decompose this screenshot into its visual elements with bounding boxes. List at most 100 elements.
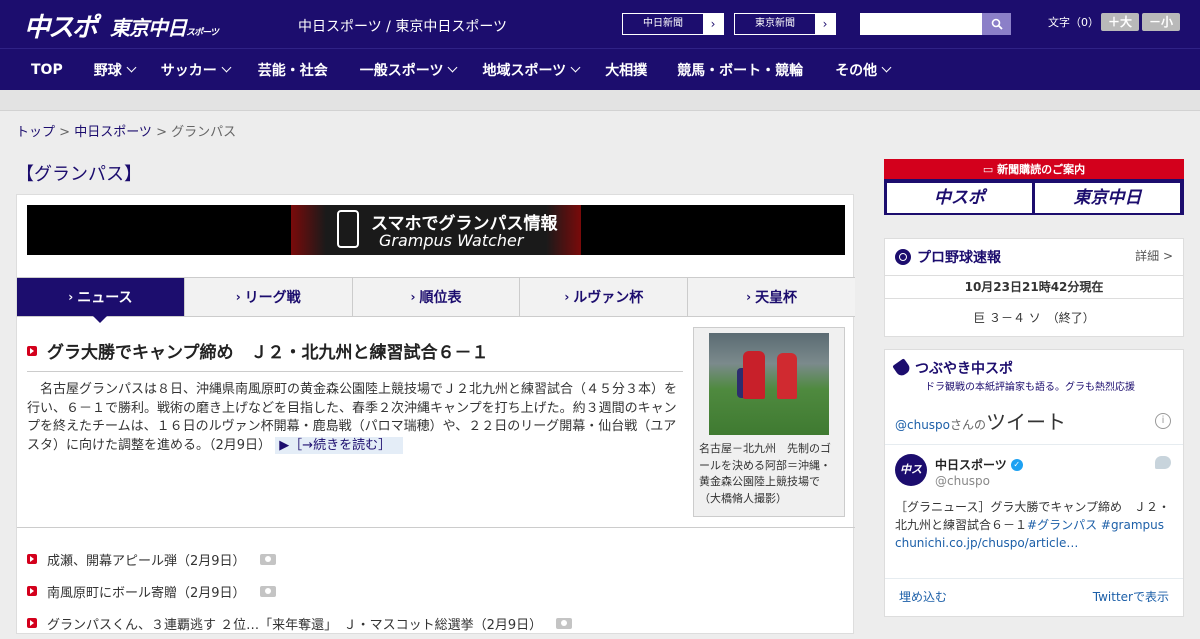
tweet-handle[interactable]: @chuspo [935,474,990,488]
nav-item-local-sports[interactable]: 地域スポーツ [482,49,581,91]
timeline-handle-link[interactable]: @chuspo [895,418,950,432]
tweet-link[interactable]: chunichi.co.jp/chuspo/article… [895,536,1078,550]
tab-label: 天皇杯 [755,290,798,306]
banner-inner: スマホでグランパス情報 Grampus Watcher [291,205,581,255]
article-photo-box: 名古屋－北九州 先制のゴールを決める阿部＝沖縄・黄金森公園陸上競技場で（大橋脩人… [693,327,845,517]
photo-player [743,351,765,399]
article-body: 名古屋グランパスは８日、沖縄県南風原町の黄金森公園陸上競技場でＪ２北九州と練習試… [27,381,677,455]
nav-item-general-sports[interactable]: 一般スポーツ [359,49,458,91]
list-item[interactable]: グランパスくん、３連覇逃す ２位…「来年奪還」 Ｊ・マスコット総選挙（2月9日） [27,607,573,639]
tweet-author-name: 中日スポーツ [935,458,1007,472]
info-icon[interactable]: i [1155,413,1171,429]
divider [885,578,1183,579]
nav-label: 野球 [93,62,122,79]
tokyo-shimbun-label: 東京新聞 [755,18,795,29]
list-item[interactable]: 南風原町にボール寄贈（2月9日） [27,575,572,607]
tweet-author[interactable]: 中日スポーツ ✓ [935,456,1023,473]
divider [885,444,1183,445]
tab-label: ルヴァン杯 [573,290,644,306]
embed-link[interactable]: 埋め込む [899,588,947,605]
twitter-card: つぶやき中スポ ドラ観戦の本紙評論家も語る。グラも熱烈応援 @chuspoさんの… [884,349,1184,617]
nav-item-soccer[interactable]: サッカー [161,49,232,91]
twitter-bird-icon[interactable] [1155,456,1171,469]
baseball-title-text: プロ野球速報 [917,250,1001,266]
nav-item-other[interactable]: その他 [835,49,892,91]
photo-player [777,353,797,399]
tab-label: ニュース [77,290,133,306]
score-timestamp: 10月23日21時42分現在 [885,275,1183,299]
font-larger-button[interactable]: ＋大 [1101,13,1139,31]
chevron-right-icon: › [815,14,835,34]
chevron-down-icon [448,62,458,73]
subscribe-chuspo-button[interactable]: 中スポ [887,183,1032,213]
tokyo-shimbun-button[interactable]: 東京新聞 › [734,13,836,35]
avatar[interactable]: 中ス [895,454,927,486]
nav-item-top[interactable]: TOP [31,49,63,91]
divider [17,527,855,528]
section-tabs: › ニュース › リーグ戦 › 順位表 › ルヴァン杯 › 天皇杯 [17,277,855,323]
search-input[interactable] [860,13,982,35]
chunichi-shimbun-button[interactable]: 中日新聞 › [622,13,724,35]
nav-label: 地域スポーツ [482,62,567,79]
read-more-link[interactable]: ▶［→続きを読む］ [275,436,404,454]
chevron-right-icon: › [410,290,416,304]
tweet-hashtags[interactable]: #グランパス #grampus [1027,518,1164,532]
nav-item-sumo[interactable]: 大相撲 [605,49,647,91]
chevron-down-icon [221,62,232,73]
chuspo-logo[interactable]: 中スポ [24,7,98,44]
breadcrumb-top-link[interactable]: トップ [16,125,55,140]
timeline-handle-suffix: さんの [950,418,987,432]
news-list: 成瀬、開幕アピール弾（2月9日） 南風原町にボール寄贈（2月9日） グランパスく… [27,543,573,639]
top-bar: 中スポ 東京中日スポーツ 中日スポーツ / 東京中日スポーツ 中日新聞 › 東京… [0,0,1200,48]
grampus-watcher-banner[interactable]: スマホでグランパス情報 Grampus Watcher [27,205,845,255]
nav-label: 一般スポーツ [359,62,444,79]
verified-icon: ✓ [1010,458,1023,471]
tab-standings[interactable]: › 順位表 [353,278,521,316]
nav-item-baseball[interactable]: 野球 [93,49,137,91]
nav-label: TOP [31,61,63,78]
search-button[interactable] [982,13,1011,35]
nav-item-entertainment[interactable]: 芸能・社会 [258,49,328,91]
baseball-icon [895,249,911,265]
nav-label: 芸能・社会 [257,62,328,79]
news-item-text: 成瀬、開幕アピール弾（2月9日） [47,553,246,569]
main-panel: スマホでグランパス情報 Grampus Watcher › ニュース › リーグ戦 … [16,194,855,634]
nav-item-racing[interactable]: 競馬・ボート・競輪 [677,49,803,91]
camera-icon [259,585,276,597]
breadcrumb-chunichi-link[interactable]: 中日スポーツ [74,125,152,140]
tab-emperors-cup[interactable]: › 天皇杯 [688,278,855,316]
breadcrumb-separator: > [55,125,75,140]
chevron-right-icon: › [68,290,74,304]
font-smaller-button[interactable]: －小 [1142,13,1180,31]
tab-levain-cup[interactable]: › ルヴァン杯 [520,278,689,316]
view-on-twitter-link[interactable]: Twitterで表示 [1093,588,1169,605]
baseball-score-card: プロ野球速報 詳細 > 10月23日21時42分現在 巨 ３－４ ソ （終了） [884,238,1184,337]
tokyo-chunichi-logo-small: スポーツ [186,28,219,38]
tokyo-chunichi-logo[interactable]: 東京中日スポーツ [110,12,219,41]
subscription-heading: ▭ 新聞購読のご案内 [884,161,1184,179]
list-item[interactable]: 成瀬、開幕アピール弾（2月9日） [27,543,572,575]
tweet-text: ［グラニュース］グラ大勝でキャンプ締め Ｊ２・北九州と練習試合６－１#グランパス… [895,498,1175,552]
subscription-box: ▭ 新聞購読のご案内 中スポ 東京中日 [884,159,1184,215]
chevron-down-icon [126,62,137,73]
subscribe-tokyo-button[interactable]: 東京中日 [1035,183,1180,213]
tab-news[interactable]: › ニュース [17,278,185,323]
bullet-arrow-icon [27,618,37,628]
tab-league[interactable]: › リーグ戦 [185,278,353,316]
score-line[interactable]: 巨 ３－４ ソ （終了） [885,309,1183,326]
article-photo[interactable] [709,333,829,435]
timeline-heading: ツイート [986,410,1067,434]
main-nav: TOP 野球 サッカー 芸能・社会 一般スポーツ 地域スポーツ 大相撲 競馬・ボ… [0,48,1200,90]
bullet-arrow-icon [27,345,37,356]
article-headline[interactable]: グラ大勝でキャンプ締め Ｊ２・北九州と練習試合６－１ [27,338,489,363]
page-title: 【グランパス】 [16,164,142,185]
baseball-detail-link[interactable]: 詳細 > [1135,247,1173,264]
chevron-down-icon [570,62,581,73]
tab-label: リーグ戦 [244,290,301,306]
chunichi-shimbun-label: 中日新聞 [643,18,683,29]
nav-label: 競馬・ボート・競輪 [677,62,804,79]
baseball-title: プロ野球速報 [895,247,1001,267]
breadcrumb-separator: > [151,125,172,140]
search-icon [991,18,1003,30]
chevron-right-icon: › [746,290,752,304]
